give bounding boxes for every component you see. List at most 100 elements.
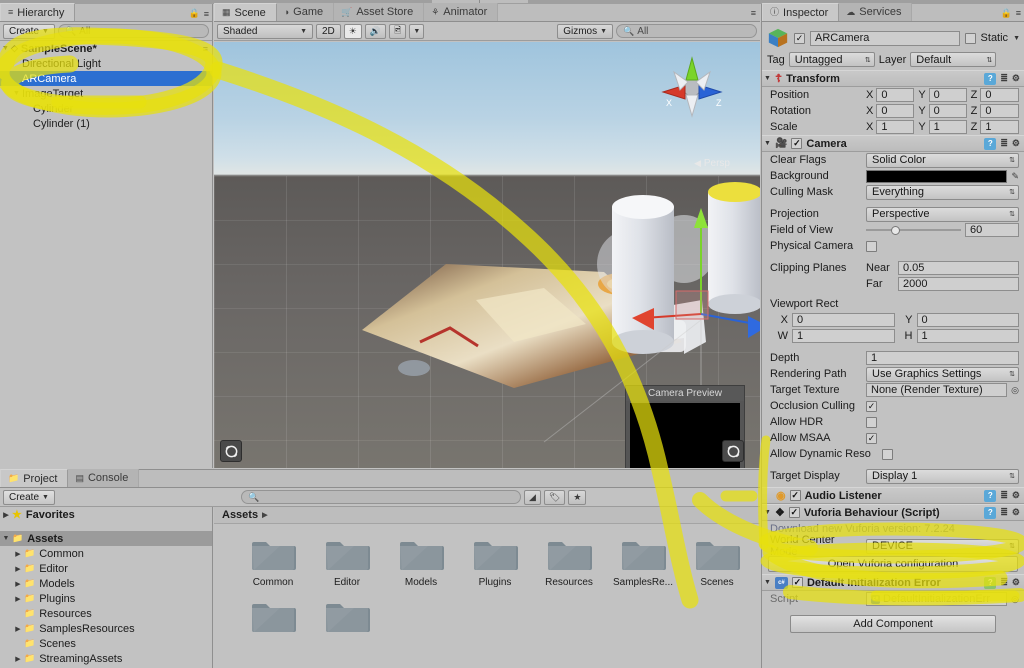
camera-enabled-checkbox[interactable]: ✓ [791,138,803,149]
script-field[interactable]: c# DefaultInitializationErr [866,592,1008,606]
scene-draw-mode-dropdown[interactable]: Shaded ▼ [217,23,313,39]
viewport-h-field[interactable]: 1 [916,329,1019,343]
hierarchy-item-imagetarget[interactable]: ▼ ImageTarget [0,86,212,101]
gear-icon[interactable]: ⚙ [1012,507,1020,518]
project-tree-item-streamingassets[interactable]: ▶ 📁 StreamingAssets [0,651,212,666]
tab-game[interactable]: ◑ Game [276,3,335,21]
scene-lighting-toggle[interactable]: ☀ [343,23,362,39]
component-header-default-init-error[interactable]: ▼ c# ✓ Default Initialization Error ? ≣ … [762,574,1024,591]
hierarchy-menu-icon[interactable]: ≡ [204,9,209,19]
chevron-down-icon[interactable]: ▼ [1013,35,1020,42]
vuforia-enabled-checkbox[interactable]: ✓ [788,507,800,518]
chevron-down-icon[interactable]: ▼ [0,535,12,542]
component-header-camera[interactable]: ▼ 🎥 ✓ Camera ? ≣ ⚙ [762,135,1024,152]
hierarchy-create-button[interactable]: Create ▼ [3,23,55,39]
hierarchy-item-cylinder[interactable]: Cylinder [0,101,212,116]
projection-dropdown[interactable]: Perspective ⇅ [866,206,1019,222]
help-icon[interactable]: ? [984,576,997,589]
scene-audio-toggle[interactable]: 🔊 [364,23,387,39]
gear-icon[interactable]: ⚙ [1012,490,1020,501]
preset-icon[interactable]: ≣ [1000,490,1008,501]
transform-position-y-field[interactable]: 0 [928,88,967,102]
object-picker-icon[interactable]: ◎ [1011,594,1019,605]
chevron-right-icon[interactable]: ▶ [12,550,24,558]
component-header-vuforia[interactable]: ▼ ❖ ✓ Vuforia Behaviour (Script) ? ≣ ⚙ [762,504,1024,521]
scene-menu-icon[interactable]: ≡ [751,8,756,18]
world-center-dropdown[interactable]: DEVICE ⇅ [866,538,1019,554]
preset-icon[interactable]: ≣ [1000,577,1008,588]
chevron-down-icon[interactable]: ▼ [11,90,22,97]
target-texture-field[interactable]: None (Render Texture) [866,383,1008,397]
transform-rotation-y-field[interactable]: 0 [928,104,967,118]
lock-icon[interactable]: 🔒 [189,8,200,19]
tab-scene[interactable]: ▦ Scene [214,3,277,21]
transform-scale-z-field[interactable]: 1 [980,120,1019,134]
fov-slider[interactable] [866,223,961,237]
folder-item[interactable] [310,596,384,639]
scene-2d-toggle[interactable]: 2D [316,23,341,39]
scene-fx-dropdown[interactable]: ▼ [409,23,425,39]
camera-preview-toggle-icon[interactable] [722,440,744,462]
project-favorites-row[interactable]: ▶ ★ Favorites [0,507,212,522]
component-header-audio-listener[interactable]: ◉ ✓ Audio Listener ? ≣ ⚙ [762,487,1024,504]
chevron-down-icon[interactable]: ▼ [764,509,771,516]
project-tree-item-models[interactable]: ▶ 📁 Models [0,576,212,591]
tab-services[interactable]: ☁ Services [839,3,913,21]
folder-item[interactable]: Plugins [458,534,532,588]
help-icon[interactable]: ? [984,506,997,519]
gameobject-name-field[interactable]: ARCamera [810,30,960,46]
tab-inspector[interactable]: ⓘ Inspector [762,3,840,21]
occlusion-checkbox[interactable]: ✓ [866,400,877,412]
physical-camera-checkbox[interactable] [866,240,877,252]
preset-icon[interactable]: ≣ [1000,507,1008,518]
folder-item[interactable]: Scenes [680,534,754,588]
project-tree-item-resources[interactable]: 📁 Resources [0,606,212,621]
scene-gizmos-dropdown[interactable]: Gizmos ▼ [557,23,614,39]
hierarchy-search-input[interactable]: 🔍 All [57,24,209,38]
help-icon[interactable]: ? [984,137,997,150]
rendering-path-dropdown[interactable]: Use Graphics Settings ⇅ [866,366,1019,382]
folder-item[interactable] [236,596,310,639]
project-tree-item-samplesresources[interactable]: ▶ 📁 SamplesResources [0,621,212,636]
component-header-transform[interactable]: ▼ ☦ Transform ? ≣ ⚙ [762,70,1024,87]
scene-viewport[interactable]: X Z ◀ Persp Camera Preview [214,42,760,468]
default-init-error-enabled-checkbox[interactable]: ✓ [791,577,803,588]
chevron-right-icon[interactable]: ▶ [12,625,24,633]
folder-item[interactable]: Resources [532,534,606,588]
preset-icon[interactable]: ≣ [1000,73,1008,84]
open-vuforia-configuration-button[interactable]: Open Vuforia configuration [768,556,1018,572]
hierarchy-item-directional-light[interactable]: Directional Light [0,56,212,71]
scene-menu-icon[interactable]: ≡ [203,44,212,54]
help-icon[interactable]: ? [984,72,997,85]
folder-item[interactable]: Common [236,534,310,588]
viewport-x-field[interactable]: 0 [792,313,895,327]
tab-asset-store[interactable]: 🛒 Asset Store [334,3,425,21]
target-display-dropdown[interactable]: Display 1 ⇅ [866,468,1019,484]
static-checkbox[interactable] [964,32,976,44]
transform-rotation-x-field[interactable]: 0 [876,104,915,118]
filter-label-icon[interactable]: 🏷 [543,489,566,505]
chevron-down-icon[interactable]: ▼ [764,579,771,586]
gear-icon[interactable]: ⚙ [1012,577,1020,588]
transform-scale-x-field[interactable]: 1 [876,120,915,134]
inspector-menu-icon[interactable]: ≡ [1016,8,1021,19]
chevron-right-icon[interactable]: ▶ [12,580,24,588]
lock-icon[interactable]: 🔒 [1001,8,1012,19]
layer-dropdown[interactable]: Default ⇅ [910,52,997,67]
folder-item[interactable]: SamplesRe... [606,534,680,588]
project-tree-item-scenes[interactable]: 📁 Scenes [0,636,212,651]
chevron-down-icon[interactable]: ▼ [764,75,771,82]
add-component-button[interactable]: Add Component [790,615,996,633]
hierarchy-item-cylinder-1[interactable]: Cylinder (1) [0,116,212,131]
project-tree-item-assets[interactable]: ▼ 📁 Assets [0,531,212,546]
help-icon[interactable]: ? [984,489,997,502]
preset-icon[interactable]: ≣ [1000,138,1008,149]
folder-item[interactable]: Editor [310,534,384,588]
folder-item[interactable]: Models [384,534,458,588]
gear-icon[interactable]: ⚙ [1012,138,1020,149]
clear-flags-dropdown[interactable]: Solid Color ⇅ [866,152,1019,168]
filter-favorite-icon[interactable]: ★ [568,489,587,505]
transform-position-x-field[interactable]: 0 [876,88,915,102]
scene-search-input[interactable]: 🔍 All [616,24,757,38]
chevron-right-icon[interactable]: ▶ [12,595,24,603]
